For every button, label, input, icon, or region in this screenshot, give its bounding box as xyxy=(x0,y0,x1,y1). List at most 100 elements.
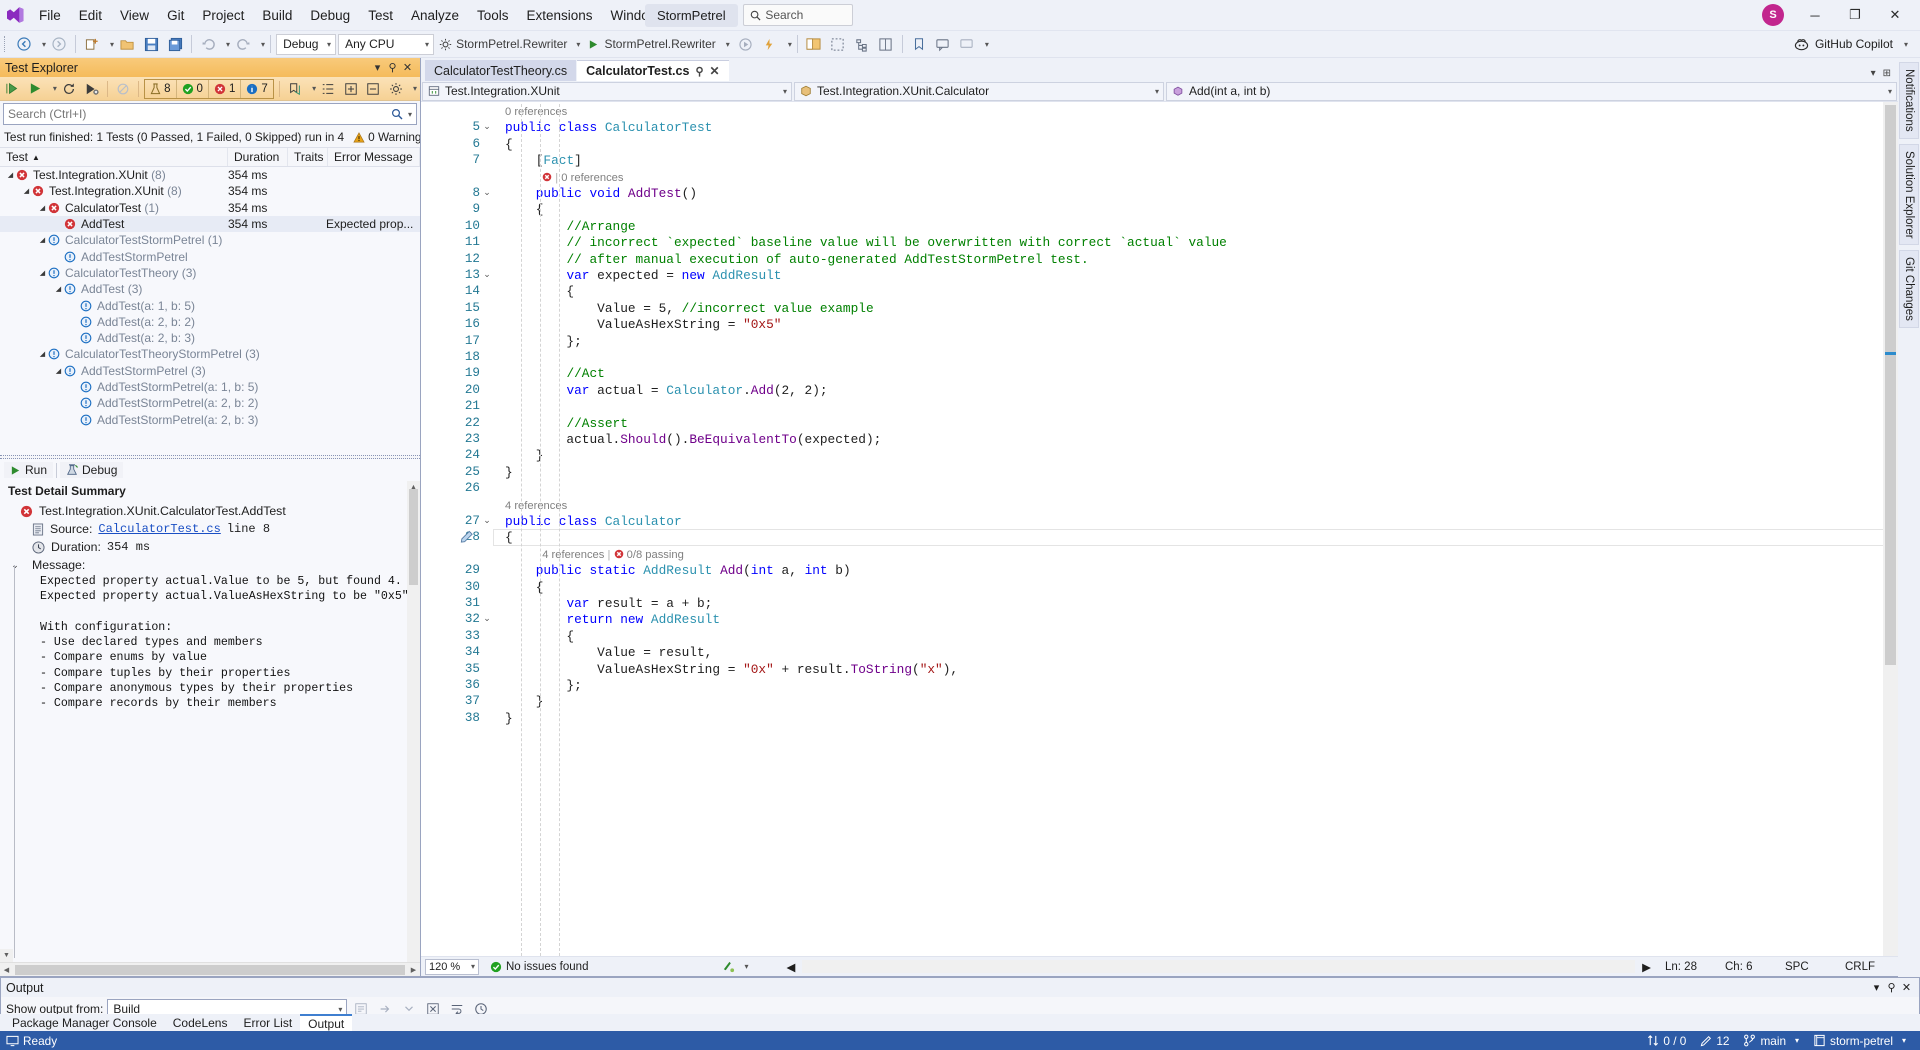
start-debugging-button[interactable]: StormPetrel.Rewriter ▾ xyxy=(585,33,732,55)
code-line[interactable]: return new AddResult xyxy=(505,612,720,628)
scroll-left-arrow[interactable]: ◀ xyxy=(0,963,13,976)
new-project-dropdown-icon[interactable]: ▾ xyxy=(110,40,114,49)
test-tree-row[interactable]: AddTest(a: 2, b: 3) xyxy=(0,330,420,346)
collapse-all-icon[interactable] xyxy=(363,78,383,99)
close-icon[interactable]: ✕ xyxy=(1899,981,1914,994)
global-search-box[interactable]: Search xyxy=(743,4,853,26)
code-line[interactable]: var expected = new AddResult xyxy=(505,268,782,284)
repeat-last-run-icon[interactable] xyxy=(59,78,79,99)
hscroll-thumb[interactable] xyxy=(15,965,405,975)
code-line[interactable]: //Act xyxy=(505,366,605,382)
fold-toggle-icon[interactable]: ⌄ xyxy=(481,515,493,526)
code-line[interactable]: var result = a + b; xyxy=(505,596,712,612)
menu-build[interactable]: Build xyxy=(253,4,301,27)
fold-toggle-icon[interactable]: ⌄ xyxy=(481,269,493,280)
avatar[interactable]: S xyxy=(1762,4,1784,26)
code-line[interactable]: // after manual execution of auto-genera… xyxy=(505,252,1089,268)
search-icon[interactable] xyxy=(391,108,403,120)
chevron-down-icon[interactable]: ▾ xyxy=(1869,981,1884,994)
detail-horizontal-scrollbar[interactable]: ◀ ▶ xyxy=(0,962,420,976)
test-tree-row[interactable]: ◢CalculatorTestTheoryStormPetrel (3) xyxy=(0,346,420,362)
scroll-right-arrow[interactable]: ▶ xyxy=(407,963,420,976)
test-tree-row[interactable]: AddTest(a: 1, b: 5) xyxy=(0,297,420,313)
main-menu[interactable]: File Edit View Git Project Build Debug T… xyxy=(30,0,713,31)
bookmark-icon[interactable] xyxy=(908,33,930,55)
hscroll-right-arrow[interactable]: ▶ xyxy=(1635,960,1658,974)
fold-toggle-icon[interactable]: ⌄ xyxy=(481,121,493,132)
scroll-down-arrow[interactable]: ▼ xyxy=(0,949,13,962)
pin-icon[interactable]: ⚲ xyxy=(385,61,400,74)
code-line[interactable]: } xyxy=(505,448,543,464)
open-file-icon[interactable] xyxy=(116,33,138,55)
chevron-down-icon[interactable]: ▾ xyxy=(370,61,385,74)
right-dock-tab[interactable]: Solution Explorer xyxy=(1899,144,1919,246)
code-line[interactable]: } xyxy=(505,711,513,727)
close-icon[interactable]: ✕ xyxy=(710,64,720,78)
editor-vertical-scrollbar[interactable] xyxy=(1883,102,1898,956)
code-line[interactable]: ValueAsHexString = "0x5" xyxy=(505,317,781,333)
output-window-tab[interactable]: CodeLens xyxy=(165,1015,236,1031)
hscroll-left-arrow[interactable]: ◀ xyxy=(779,960,802,974)
chevron-down-icon[interactable]: ⌄ xyxy=(8,560,22,571)
startup-project-button[interactable]: StormPetrel.Rewriter ▾ xyxy=(436,33,583,55)
code-line[interactable]: { xyxy=(505,530,513,546)
code-line[interactable]: public void AddTest() xyxy=(505,186,697,202)
tab-overflow-icon[interactable]: ▾ xyxy=(1871,68,1876,79)
code-line[interactable]: //Assert xyxy=(505,416,628,432)
undo-icon[interactable] xyxy=(197,33,219,55)
split-view-icon[interactable]: ⊞ xyxy=(1883,68,1891,79)
test-tree-row[interactable]: ◢CalculatorTestStormPetrel (1) xyxy=(0,232,420,248)
test-tree-row[interactable]: ◢Test.Integration.XUnit (8)354 ms xyxy=(0,167,420,183)
passed-tests-count[interactable]: 0 xyxy=(177,80,209,98)
expander-icon[interactable]: ◢ xyxy=(38,269,47,277)
redo-icon[interactable] xyxy=(232,33,254,55)
detail-vertical-scrollbar[interactable]: ▲ xyxy=(407,481,420,962)
playlist-icon[interactable] xyxy=(285,78,305,99)
pin-icon[interactable]: ⚲ xyxy=(1884,981,1899,994)
codelens-indicator[interactable]: 4 references xyxy=(505,498,567,514)
codelens-indicator[interactable]: 0 references xyxy=(505,104,567,120)
code-line[interactable]: // incorrect `expected` baseline value w… xyxy=(505,235,1227,251)
test-tree-row[interactable]: ◢CalculatorTest (1)354 ms xyxy=(0,200,420,216)
expander-icon[interactable]: ◢ xyxy=(54,367,63,375)
solution-configuration-select[interactable]: Debug▾ xyxy=(276,34,336,55)
run-selected-tests-icon[interactable] xyxy=(25,78,45,99)
code-line[interactable]: public class CalculatorTest xyxy=(505,120,712,136)
hot-reload-icon[interactable] xyxy=(759,33,781,55)
intellicode-icon-group[interactable]: ▾ xyxy=(715,960,755,973)
close-button[interactable]: ✕ xyxy=(1876,0,1914,31)
code-line[interactable]: //Arrange xyxy=(505,219,636,235)
comment-icon[interactable] xyxy=(932,33,954,55)
run-all-tests-icon[interactable] xyxy=(3,78,23,99)
test-tree-row[interactable]: ◢Test.Integration.XUnit (8)354 ms xyxy=(0,183,420,199)
expander-icon[interactable]: ◢ xyxy=(38,350,47,358)
test-tree-row[interactable]: AddTestStormPetrel(a: 2, b: 2) xyxy=(0,395,420,411)
code-line[interactable]: } xyxy=(505,465,513,481)
fold-toggle-icon[interactable]: ⌄ xyxy=(481,187,493,198)
minimize-button[interactable]: ─ xyxy=(1796,0,1834,31)
expander-icon[interactable]: ◢ xyxy=(22,187,31,195)
code-text-area[interactable]: 0 referencespublic class CalculatorTest {… xyxy=(493,102,1898,956)
start-without-debugging-icon[interactable] xyxy=(735,33,757,55)
codelens-indicator[interactable]: 4 references | 0/8 passing xyxy=(542,547,684,563)
test-search-input[interactable]: Search (Ctrl+I) ▾ xyxy=(3,103,417,125)
pending-changes[interactable]: 12 xyxy=(1700,1034,1729,1048)
run-dropdown-icon[interactable]: ▾ xyxy=(53,84,57,93)
document-tab[interactable]: CalculatorTestTheory.cs xyxy=(425,60,576,81)
copilot-label[interactable]: GitHub Copilot xyxy=(1815,37,1893,51)
save-all-icon[interactable] xyxy=(164,33,186,55)
run-button[interactable]: Run xyxy=(4,462,53,478)
editor-scroll-thumb[interactable] xyxy=(1885,105,1896,665)
hot-reload-dropdown-icon[interactable]: ▾ xyxy=(788,40,792,49)
git-branch[interactable]: main ▾ xyxy=(1743,1034,1799,1048)
navbar-member-select[interactable]: Add(int a, int b) ▾ xyxy=(1166,82,1897,101)
code-line[interactable]: ValueAsHexString = "0x" + result.ToStrin… xyxy=(505,662,958,678)
menu-view[interactable]: View xyxy=(111,4,158,27)
source-control-changes[interactable]: 0 / 0 xyxy=(1647,1034,1686,1048)
menu-test[interactable]: Test xyxy=(359,4,402,27)
test-tree-row[interactable]: AddTestStormPetrel(a: 1, b: 5) xyxy=(0,379,420,395)
expand-all-icon[interactable] xyxy=(341,78,361,99)
playlist-dropdown-icon[interactable]: ▾ xyxy=(312,84,316,93)
code-line[interactable]: { xyxy=(505,202,543,218)
message-row[interactable]: ⌄ Message: xyxy=(8,556,420,574)
